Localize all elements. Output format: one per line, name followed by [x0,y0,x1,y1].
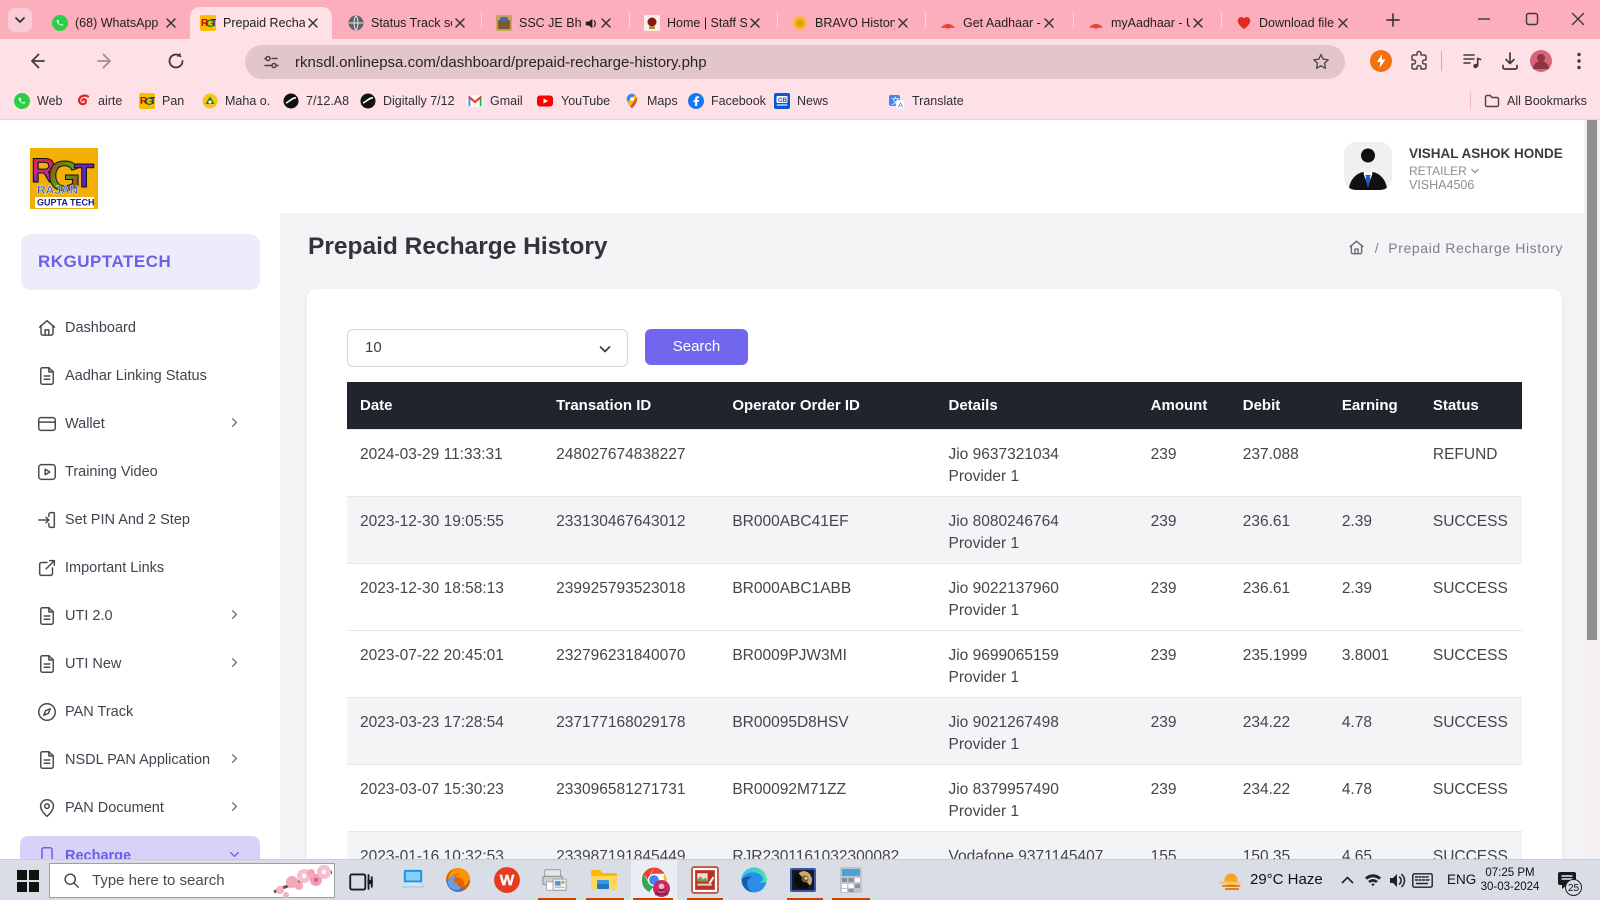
svg-text:A: A [898,101,903,110]
svg-text:T: T [150,96,155,107]
svg-text:RAJAN: RAJAN [37,183,78,197]
svg-text:GB: GB [778,98,788,104]
svg-text:T: T [211,18,216,29]
svg-text:GUPTA TECH: GUPTA TECH [37,198,95,208]
